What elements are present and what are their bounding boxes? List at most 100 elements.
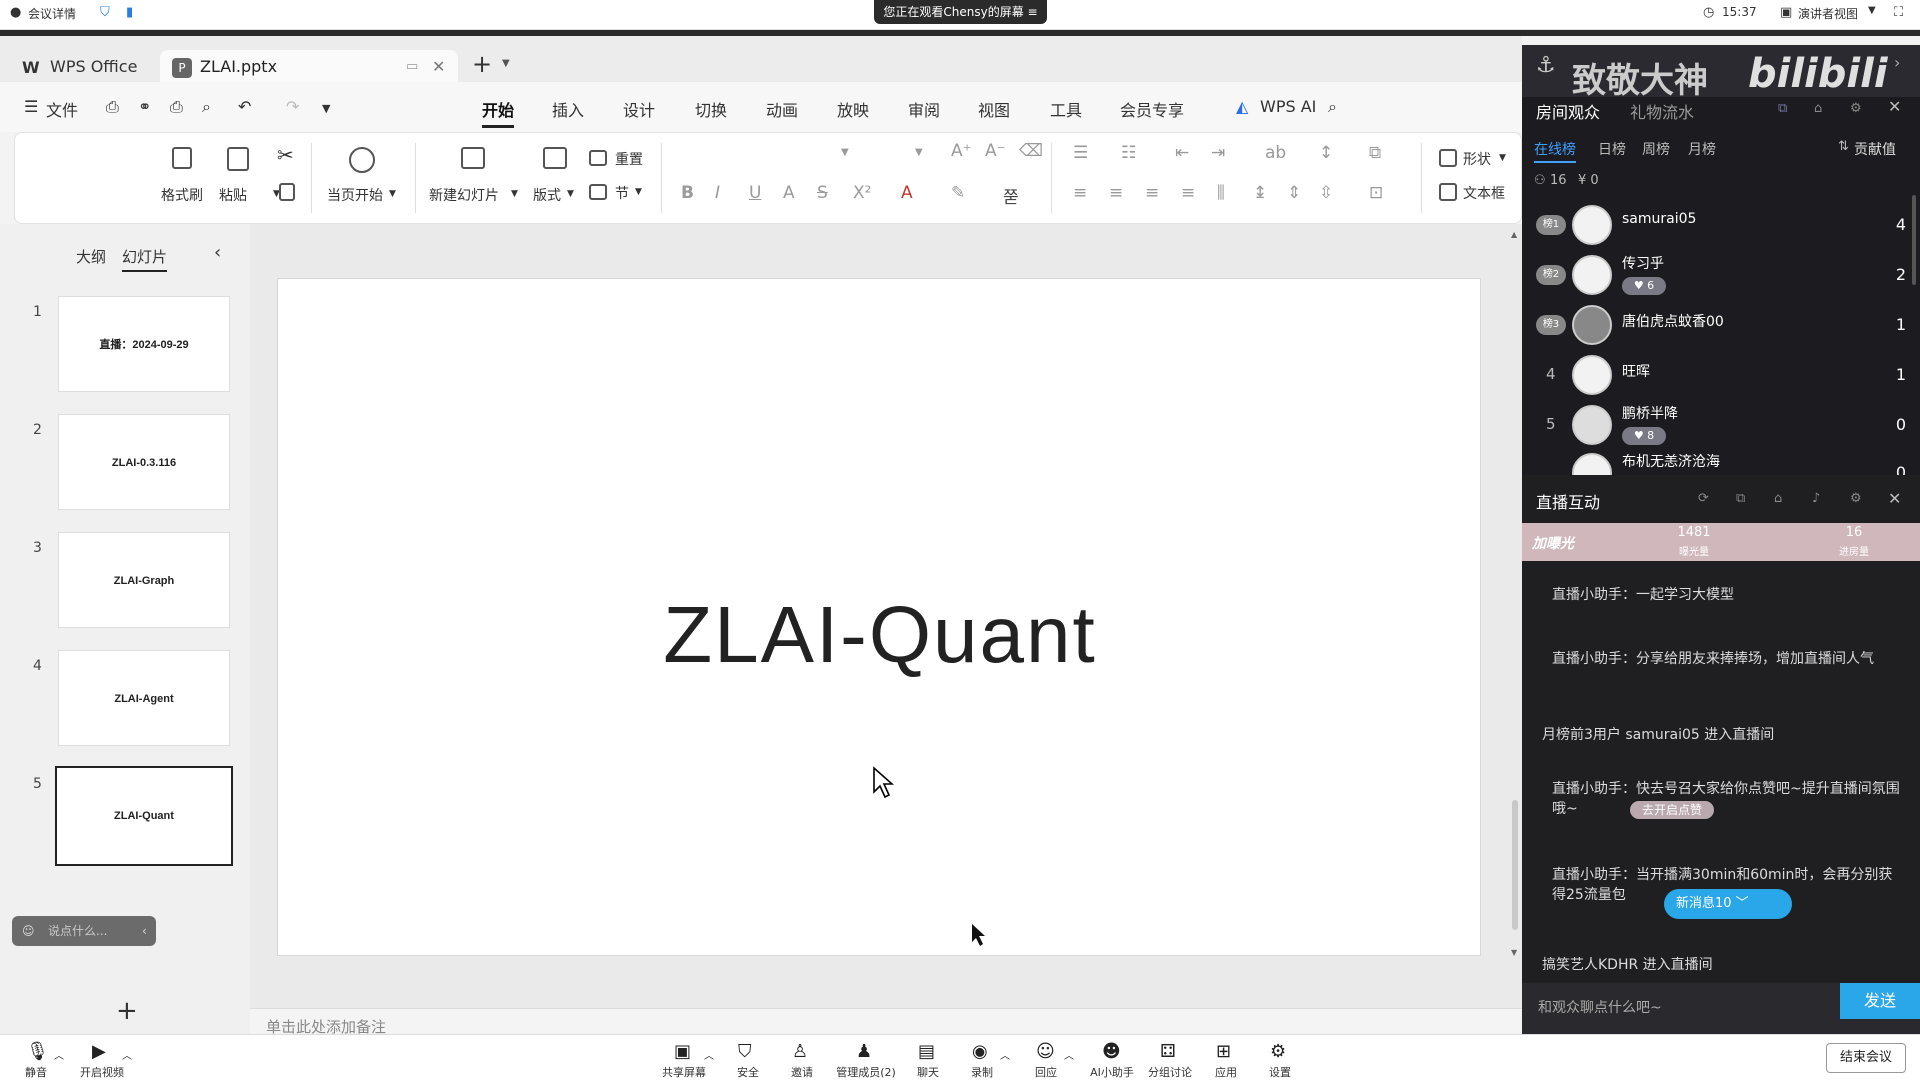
text-spacing-icon[interactable]: ⇳: [1319, 183, 1333, 203]
tab-slides[interactable]: 幻灯片: [122, 246, 168, 272]
close-tab-icon[interactable]: ✕: [432, 50, 445, 84]
tab-daily-rank[interactable]: 日榜: [1598, 139, 1626, 159]
menu-slideshow[interactable]: 放映: [837, 97, 869, 121]
bold-icon[interactable]: B: [681, 183, 694, 203]
shape-button[interactable]: 形状: [1463, 149, 1491, 169]
paste-button[interactable]: 粘贴: [219, 185, 247, 205]
fullscreen-icon[interactable]: ⛶: [1894, 5, 1903, 20]
section-button[interactable]: 节: [615, 183, 629, 203]
align-left-icon[interactable]: ≡: [1073, 183, 1087, 203]
microphone-icon[interactable]: 🎙: [26, 1041, 49, 1062]
increase-font-icon[interactable]: A⁺: [951, 141, 972, 161]
chat-bubble-icon[interactable]: ▤: [918, 1041, 938, 1062]
avatar[interactable]: [1572, 255, 1612, 295]
sort-icon[interactable]: ⇅: [1838, 139, 1849, 154]
print-preview-icon[interactable]: ⌕: [202, 97, 211, 117]
slide-title-text[interactable]: ZLAI-Quant: [278, 589, 1482, 681]
slide-thumbnail-4[interactable]: ZLAI-Agent: [58, 650, 230, 746]
current-slide-canvas[interactable]: ZLAI-Quant: [277, 278, 1481, 956]
ranking-row[interactable]: 榜3 唐伯虎点蚊香00 1: [1522, 301, 1920, 351]
save-icon[interactable]: ⎙: [106, 97, 119, 117]
reaction-icon[interactable]: ☺: [1036, 1041, 1056, 1062]
text-direction-icon[interactable]: ab: [1265, 143, 1286, 163]
align-right-icon[interactable]: ≡: [1145, 183, 1159, 203]
italic-icon[interactable]: I: [715, 183, 720, 203]
add-slide-icon[interactable]: +: [116, 996, 138, 1026]
ranking-username[interactable]: 鹏桥半降: [1622, 403, 1678, 423]
hamburger-icon[interactable]: ☰: [24, 97, 38, 116]
quick-access-chevron-icon[interactable]: ▼: [322, 102, 330, 115]
meeting-details-label[interactable]: 会议详情: [28, 5, 76, 22]
decrease-indent-icon[interactable]: ⇤: [1175, 143, 1189, 163]
ranking-scrollbar[interactable]: [1912, 195, 1916, 285]
increase-indent-icon[interactable]: ⇥: [1211, 143, 1225, 163]
settings-gear-icon[interactable]: ⚙: [1270, 1041, 1290, 1062]
apps-icon[interactable]: ⊞: [1216, 1041, 1236, 1062]
tab-gift-flow[interactable]: 礼物流水: [1630, 99, 1694, 123]
layout-button[interactable]: 版式: [533, 185, 561, 205]
apps-button[interactable]: 应用: [1196, 1064, 1256, 1080]
ranking-username[interactable]: 布机无恙济沧海: [1622, 451, 1720, 471]
share-screen-icon[interactable]: ▣: [674, 1041, 694, 1062]
ranking-username[interactable]: 唐伯虎点蚊香00: [1622, 311, 1724, 331]
play-from-current-button[interactable]: 当页开始: [327, 185, 383, 205]
breakout-icon[interactable]: ⚃: [1160, 1041, 1180, 1062]
ai-assistant-button[interactable]: AI小助手: [1082, 1064, 1142, 1080]
security-shield-icon[interactable]: ⛉: [738, 1041, 758, 1062]
chevron-right-icon[interactable]: ›: [1894, 53, 1900, 72]
redo-icon[interactable]: ↷: [286, 97, 299, 116]
textbox-icon[interactable]: [1439, 183, 1457, 201]
tab-online-rank[interactable]: 在线榜: [1534, 139, 1576, 163]
go-like-button[interactable]: 去开启点赞: [1630, 801, 1715, 819]
print-icon[interactable]: ⎙: [170, 97, 183, 117]
chevron-up-icon[interactable]: ︿: [122, 1047, 142, 1067]
chevron-up-icon[interactable]: ︿: [1064, 1047, 1084, 1067]
tab-zlai-pptx[interactable]: P ZLAI.pptx ▭ ✕: [160, 50, 458, 84]
boost-exposure-button[interactable]: 加曝光: [1532, 533, 1574, 553]
ranking-row[interactable]: 榜1 samurai05 4: [1522, 201, 1920, 251]
slide-thumbnail-1[interactable]: 直播：2024-09-29: [58, 296, 230, 392]
new-messages-button[interactable]: 新消息10 ﹀: [1664, 889, 1792, 919]
paragraph-spacing-icon[interactable]: ⇕: [1287, 183, 1301, 203]
ranking-row[interactable]: 布机无恙济沧海 0: [1522, 449, 1920, 475]
font-color-icon[interactable]: A: [901, 183, 913, 203]
line-spacing-icon[interactable]: ↨: [1253, 183, 1267, 203]
new-slide-button[interactable]: 新建幻灯片: [429, 185, 499, 205]
shape-icon[interactable]: [1439, 149, 1457, 167]
chat-input[interactable]: 和观众聊点什么吧~: [1538, 997, 1662, 1017]
slide-thumbnail-5[interactable]: ZLAI-Quant: [55, 766, 233, 866]
search-icon[interactable]: ⌕: [1328, 97, 1337, 117]
menu-view[interactable]: 视图: [978, 97, 1010, 121]
cut-icon[interactable]: ✂: [277, 143, 294, 167]
gear-icon[interactable]: ⚙: [1850, 101, 1862, 116]
breakout-button[interactable]: 分组讨论: [1140, 1064, 1200, 1080]
justify-icon[interactable]: ≡: [1181, 183, 1195, 203]
reset-icon[interactable]: [589, 150, 607, 166]
settings-button[interactable]: 设置: [1250, 1064, 1310, 1080]
avatar[interactable]: [1572, 355, 1612, 395]
tab-room-audience[interactable]: 房间观众: [1536, 99, 1600, 123]
tab-monthly-rank[interactable]: 月榜: [1688, 139, 1716, 159]
sort-icon[interactable]: ↕: [1319, 143, 1333, 163]
menu-member[interactable]: 会员专享: [1120, 97, 1184, 121]
chevron-up-icon[interactable]: ︿: [54, 1047, 74, 1067]
menu-transition[interactable]: 切换: [695, 97, 727, 121]
add-tab-icon[interactable]: +: [472, 50, 492, 78]
lock-icon[interactable]: ⌂: [1774, 491, 1782, 506]
menu-animation[interactable]: 动画: [766, 97, 798, 121]
convert-smartart-icon[interactable]: ⧉: [1369, 143, 1381, 163]
invite-button[interactable]: 邀请: [772, 1064, 832, 1080]
close-icon[interactable]: ✕: [1888, 97, 1901, 116]
members-icon[interactable]: ♟: [856, 1041, 876, 1062]
decrease-font-icon[interactable]: A⁻: [985, 141, 1006, 161]
screen-share-banner[interactable]: 您正在观看Chensy的屏幕 ≡: [874, 0, 1047, 24]
clear-format-icon[interactable]: ⌫: [1019, 141, 1043, 161]
record-icon[interactable]: ◉: [972, 1041, 992, 1062]
font-name-chevron-icon[interactable]: ▼: [841, 147, 849, 158]
distribute-icon[interactable]: ⫼: [1217, 183, 1225, 203]
collapse-pane-icon[interactable]: ‹: [214, 242, 221, 263]
meeting-info-icon[interactable]: ●: [10, 5, 21, 20]
ranking-username[interactable]: 旺晖: [1622, 361, 1650, 381]
refresh-icon[interactable]: ⟳: [1698, 491, 1709, 506]
underline-icon[interactable]: U: [749, 183, 761, 203]
